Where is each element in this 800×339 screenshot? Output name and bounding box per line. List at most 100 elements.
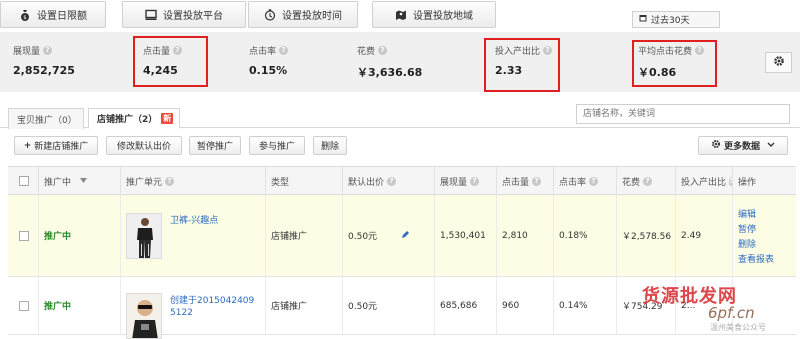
gear-icon [773,55,785,70]
tab-label: 宝贝推广（0） [17,115,77,126]
tab-item-promotion[interactable]: 宝贝推广（0） [8,108,84,129]
set-schedule-button[interactable]: 设置投放时间 [248,1,358,28]
unit-name-link-cont[interactable]: 5122 [170,308,254,318]
set-daily-limit-label: 设置日限额 [37,11,87,22]
column-label: 点击率 [559,177,587,188]
help-icon[interactable]: ? [532,176,542,186]
action-row: + 新建店铺推广 修改默认出价 暂停推广 参与推广 删除 更多数据 [0,134,800,158]
tab-shop-promotion[interactable]: 店铺推广（2） 新 [88,108,180,129]
metrics-settings-button[interactable] [765,52,792,73]
caret-down-icon [80,176,88,186]
join-promotion-button[interactable]: 参与推广 [249,136,305,155]
row-checkbox[interactable] [19,230,29,241]
unit-name-link[interactable]: 卫裤-兴趣点 [170,213,218,226]
delete-label: 删除 [320,142,339,152]
set-region-label: 设置投放地域 [413,11,473,22]
metric-value: 0.15% [249,64,288,77]
clicks-value: 2,810 [502,230,528,241]
product-thumbnail[interactable] [126,293,162,339]
cost-value: ￥2,578.56 [622,232,672,242]
money-bag-icon: $ [19,9,31,21]
highlight-box-avg-cpc [632,40,717,87]
column-label: 操作 [738,177,757,188]
column-header-ctr[interactable]: 点击率? [553,167,616,195]
ctr-value: 0.14% [559,300,588,311]
help-icon[interactable]: ? [43,46,53,55]
bid-value: 0.50元 [348,232,378,242]
help-icon[interactable]: ? [378,46,388,55]
help-icon[interactable]: ? [470,176,480,186]
help-icon[interactable]: ? [165,176,175,186]
highlight-box-clicks [133,36,208,87]
search-input[interactable] [576,104,790,124]
column-label: 投入产出比 [681,177,727,188]
status-text: 推广中 [44,232,72,242]
metric-value: 2,852,725 [13,64,75,77]
watermark-subtext: 温州美食公众号 [710,323,766,332]
select-all-checkbox[interactable] [19,176,29,186]
column-header-impressions[interactable]: 展现量? [434,167,496,195]
calendar-icon [639,14,647,25]
row-checkbox[interactable] [19,300,29,311]
edit-default-bid-button[interactable]: 修改默认出价 [106,136,182,155]
new-badge: 新 [161,113,174,124]
help-icon[interactable]: ? [387,176,397,186]
monitor-icon [145,9,157,21]
gear-icon [711,139,721,152]
column-header-roi[interactable]: 投入产出比? [675,167,734,195]
delete-button[interactable]: 删除 [313,136,347,155]
impressions-value: 1,530,401 [440,230,486,241]
date-range-label: 过去30天 [651,16,690,26]
set-schedule-label: 设置投放时间 [282,11,342,22]
column-header-bid: 默认出价? [342,167,434,195]
plus-icon: + [23,140,32,151]
column-header-ops: 操作 [732,167,796,195]
metric-label: 展现量 [13,47,41,57]
more-data-label: 更多数据 [723,142,760,152]
metric-label: 花费 [357,47,376,57]
help-icon[interactable]: ? [279,46,289,55]
chevron-down-icon [767,141,775,151]
row-operations: 编辑 暂停 删除 查看报表 [738,207,774,265]
set-region-button[interactable]: 设置投放地域 [372,1,496,28]
column-header-type: 类型 [265,167,342,195]
select-all-cell [8,167,38,195]
svg-text:$: $ [23,15,26,21]
tab-label: 店铺推广（2） [97,115,158,125]
new-shop-promotion-label: 新建店铺推广 [34,142,89,152]
column-label: 默认出价 [348,177,385,188]
product-thumbnail[interactable] [126,213,162,259]
clock-icon [264,8,276,21]
column-header-clicks[interactable]: 点击量? [496,167,553,195]
metric-label: 点击率 [249,47,277,57]
column-label: 花费 [622,177,641,188]
ctr-value: 0.18% [559,230,588,241]
edit-link[interactable]: 编辑 [738,207,774,220]
watermark-domain: 6pf.cn [708,304,755,322]
column-header-unit: 推广单元? [120,167,265,195]
pause-link[interactable]: 暂停 [738,222,774,235]
set-daily-limit-button[interactable]: $ 设置日限额 [0,1,106,28]
top-toolbar: $ 设置日限额 设置投放平台 设置投放时间 设置投放地域 过去30天 [0,0,800,32]
unit-name-link[interactable]: 创建于2015042409 [170,293,254,306]
view-report-link[interactable]: 查看报表 [738,252,774,265]
column-header-status[interactable]: 推广中 [38,167,120,195]
column-label: 类型 [271,177,290,188]
highlight-box-roi [484,38,560,92]
date-range-select[interactable]: 过去30天 [632,11,720,28]
more-data-button[interactable]: 更多数据 [698,136,788,155]
new-shop-promotion-button[interactable]: + 新建店铺推广 [14,136,98,155]
help-icon[interactable]: ? [589,176,599,186]
set-platform-button[interactable]: 设置投放平台 [122,1,246,28]
clicks-value: 960 [502,300,520,311]
pause-promotion-button[interactable]: 暂停推广 [189,136,241,155]
column-header-cost[interactable]: 花费? [616,167,675,195]
column-label: 推广中 [44,177,72,188]
type-text: 店铺推广 [271,232,308,242]
type-text: 店铺推广 [271,302,308,312]
edit-pencil-icon[interactable] [401,230,410,242]
pause-promotion-label: 暂停推广 [196,142,233,152]
table-row: 推广中 卫裤-兴趣点 店铺推广 0.50元 1,530,401 2,810 0.… [8,195,796,277]
delete-link[interactable]: 删除 [738,237,774,250]
help-icon[interactable]: ? [643,176,653,186]
